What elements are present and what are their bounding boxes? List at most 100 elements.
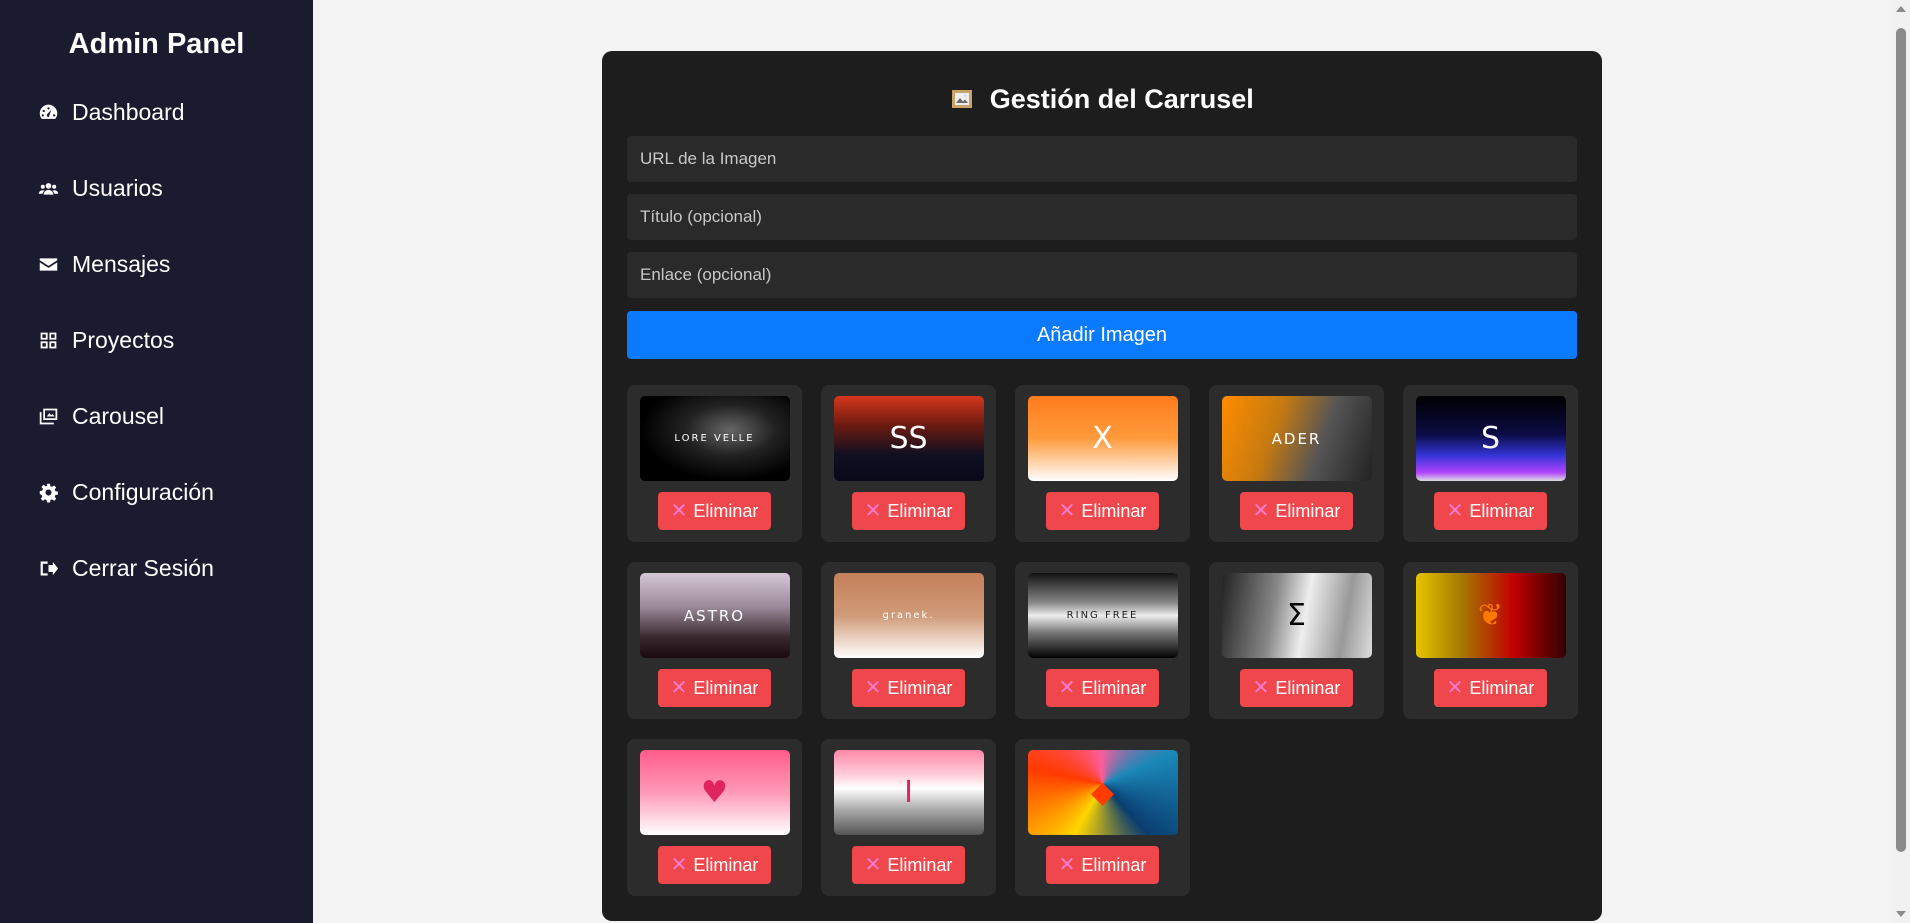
carousel-image-thumbnail: SS <box>833 396 984 481</box>
scroll-up-arrow-icon[interactable] <box>1896 6 1906 12</box>
scroll-thumb[interactable] <box>1896 28 1906 852</box>
close-icon: ✕ <box>864 854 882 876</box>
sidebar-item-dashboard[interactable]: Dashboard <box>0 74 313 150</box>
carousel-image-card: ♥ ✕ Eliminar <box>627 739 802 896</box>
close-icon: ✕ <box>1446 677 1464 699</box>
thumbnail-logo: ◆ <box>1090 775 1115 810</box>
close-icon: ✕ <box>1252 500 1270 522</box>
close-icon: ✕ <box>864 500 882 522</box>
close-icon: ✕ <box>864 677 882 699</box>
carousel-image-thumbnail: Σ <box>1221 573 1372 658</box>
delete-image-button[interactable]: ✕ Eliminar <box>1046 492 1159 530</box>
close-icon: ✕ <box>1252 677 1270 699</box>
delete-label: Eliminar <box>1275 500 1341 521</box>
thumbnail-logo: Ⅰ <box>904 775 913 810</box>
delete-image-button[interactable]: ✕ Eliminar <box>1046 846 1159 884</box>
framed-picture-icon <box>950 85 974 119</box>
thumbnail-logo: granek. <box>882 610 935 621</box>
panel-title: Gestión del Carrusel <box>627 82 1577 116</box>
carousel-image-card: ❦ ✕ Eliminar <box>1403 562 1578 719</box>
thumbnail-logo: SS <box>889 421 928 456</box>
delete-image-button[interactable]: ✕ Eliminar <box>852 492 965 530</box>
thumbnail-logo: ASTRO <box>683 606 746 625</box>
gear-icon <box>37 481 59 503</box>
delete-image-button[interactable]: ✕ Eliminar <box>1434 492 1547 530</box>
sidebar-item-label: Carousel <box>72 402 165 429</box>
close-icon: ✕ <box>670 677 688 699</box>
delete-label: Eliminar <box>887 677 953 698</box>
sidebar-item-label: Configuración <box>72 478 214 505</box>
delete-image-button[interactable]: ✕ Eliminar <box>658 669 771 707</box>
delete-label: Eliminar <box>1469 677 1535 698</box>
carousel-image-thumbnail: LORE VELLE <box>639 396 790 481</box>
sidebar-item-configuracion[interactable]: Configuración <box>0 454 313 530</box>
carousel-image-thumbnail: S <box>1415 396 1566 481</box>
gauge-icon <box>37 101 59 123</box>
sidebar-item-label: Mensajes <box>72 250 171 277</box>
delete-image-button[interactable]: ✕ Eliminar <box>1240 669 1353 707</box>
main-content: Gestión del Carrusel Añadir Imagen LORE … <box>313 0 1892 923</box>
add-image-button[interactable]: Añadir Imagen <box>627 311 1577 359</box>
close-icon: ✕ <box>670 500 688 522</box>
carousel-image-thumbnail: Ⅰ <box>833 750 984 835</box>
close-icon: ✕ <box>1058 500 1076 522</box>
delete-label: Eliminar <box>1081 500 1147 521</box>
scroll-down-arrow-icon[interactable] <box>1896 911 1906 917</box>
sidebar-title: Admin Panel <box>68 28 245 60</box>
grid-icon <box>37 329 59 351</box>
images-icon <box>37 405 59 427</box>
sidebar-item-mensajes[interactable]: Mensajes <box>0 226 313 302</box>
sign-out-icon <box>37 557 59 579</box>
sidebar-item-carousel[interactable]: Carousel <box>0 378 313 454</box>
sidebar-item-proyectos[interactable]: Proyectos <box>0 302 313 378</box>
delete-label: Eliminar <box>887 854 953 875</box>
carousel-image-thumbnail: ADER <box>1221 396 1372 481</box>
delete-image-button[interactable]: ✕ Eliminar <box>1434 669 1547 707</box>
carousel-image-card: X ✕ Eliminar <box>1015 385 1190 542</box>
delete-image-button[interactable]: ✕ Eliminar <box>852 669 965 707</box>
delete-image-button[interactable]: ✕ Eliminar <box>1240 492 1353 530</box>
delete-image-button[interactable]: ✕ Eliminar <box>658 846 771 884</box>
delete-label: Eliminar <box>693 677 759 698</box>
thumbnail-logo: ♥ <box>701 775 728 810</box>
delete-label: Eliminar <box>693 854 759 875</box>
carousel-image-card: ASTRO ✕ Eliminar <box>627 562 802 719</box>
close-icon: ✕ <box>1058 677 1076 699</box>
sidebar-item-label: Usuarios <box>72 174 163 201</box>
carousel-image-card: granek. ✕ Eliminar <box>821 562 996 719</box>
carousel-image-card: ◆ ✕ Eliminar <box>1015 739 1190 896</box>
sidebar-item-label: Proyectos <box>72 326 175 353</box>
close-icon: ✕ <box>1058 854 1076 876</box>
sidebar: Admin Panel Dashboard Usuarios Mensajes … <box>0 0 313 923</box>
delete-image-button[interactable]: ✕ Eliminar <box>658 492 771 530</box>
image-title-input[interactable] <box>627 194 1577 240</box>
sidebar-item-label: Dashboard <box>72 98 185 125</box>
close-icon: ✕ <box>670 854 688 876</box>
thumbnail-logo: X <box>1092 421 1113 456</box>
image-link-input[interactable] <box>627 252 1577 298</box>
carousel-image-card: ADER ✕ Eliminar <box>1209 385 1384 542</box>
thumbnail-logo: RING FREE <box>1066 610 1139 621</box>
delete-image-button[interactable]: ✕ Eliminar <box>852 846 965 884</box>
carousel-image-card: Ⅰ ✕ Eliminar <box>821 739 996 896</box>
sidebar-item-cerrar-sesion[interactable]: Cerrar Sesión <box>0 530 313 606</box>
carousel-image-card: SS ✕ Eliminar <box>821 385 996 542</box>
delete-image-button[interactable]: ✕ Eliminar <box>1046 669 1159 707</box>
thumbnail-logo: ADER <box>1271 429 1322 448</box>
image-grid: LORE VELLE ✕ Eliminar SS ✕ Eliminar X ✕ Eliminar… <box>627 385 1578 896</box>
sidebar-item-label: Cerrar Sesión <box>72 554 214 581</box>
carousel-image-thumbnail: ❦ <box>1415 573 1566 658</box>
delete-label: Eliminar <box>1469 500 1535 521</box>
carousel-image-thumbnail: RING FREE <box>1027 573 1178 658</box>
scrollbar[interactable] <box>1892 0 1910 923</box>
image-url-input[interactable] <box>627 136 1577 182</box>
thumbnail-logo: S <box>1480 421 1501 456</box>
carousel-image-card: S ✕ Eliminar <box>1403 385 1578 542</box>
carousel-panel: Gestión del Carrusel Añadir Imagen LORE … <box>602 51 1602 921</box>
delete-label: Eliminar <box>1081 854 1147 875</box>
sidebar-item-usuarios[interactable]: Usuarios <box>0 150 313 226</box>
delete-label: Eliminar <box>1275 677 1341 698</box>
carousel-image-thumbnail: ◆ <box>1027 750 1178 835</box>
users-icon <box>37 177 59 199</box>
carousel-image-thumbnail: X <box>1027 396 1178 481</box>
